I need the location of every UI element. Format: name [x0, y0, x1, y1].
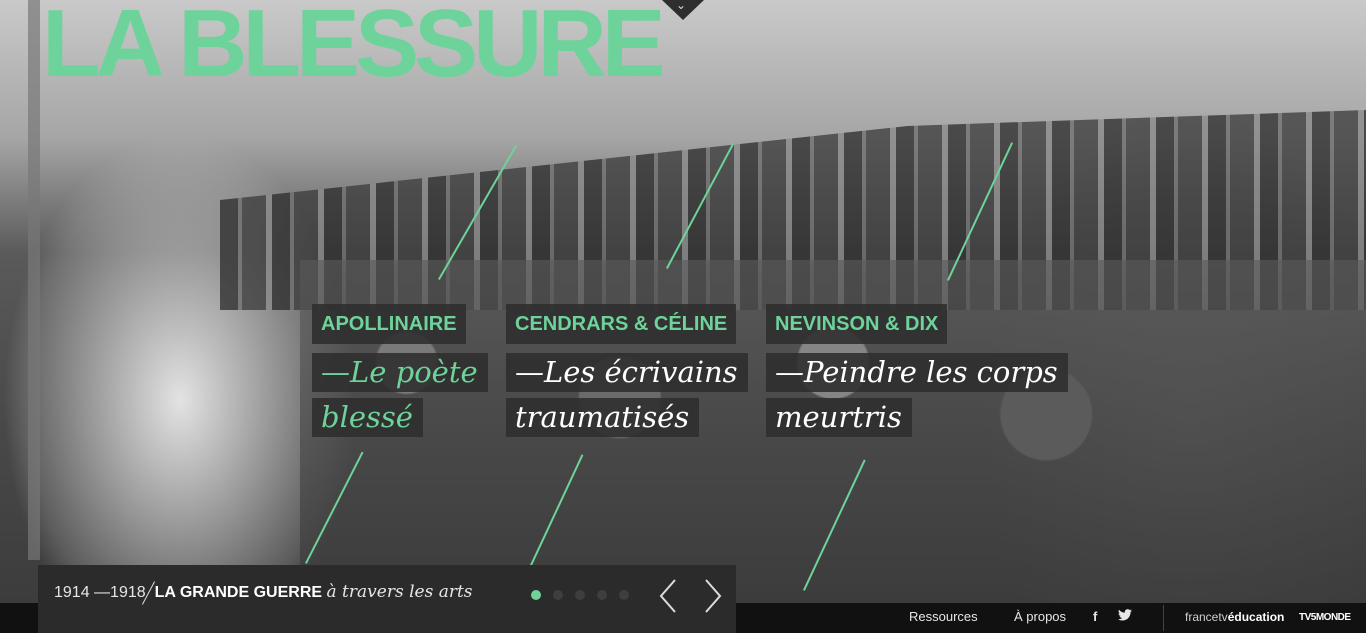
pagination-dots — [531, 585, 641, 604]
chevron-left-glyph — [659, 579, 676, 613]
footer-divider — [1163, 605, 1164, 631]
series-name: LA GRANDE GUERRE — [154, 584, 323, 602]
pagination-dot[interactable] — [553, 590, 563, 600]
facebook-icon[interactable]: f — [1093, 609, 1097, 624]
pole-image — [28, 0, 40, 560]
chevron-left-icon[interactable] — [657, 578, 679, 620]
series-title[interactable]: 1914 —1918 LA GRANDE GUERRE à travers les… — [54, 580, 473, 606]
series-tagline: à travers les arts — [326, 582, 473, 603]
story-subtitle: —Le poète blessé — [312, 350, 502, 440]
series-years: 1914 —1918 — [54, 584, 146, 602]
chevron-right-icon[interactable] — [702, 578, 724, 620]
chevron-down-icon: ⌄ — [676, 0, 687, 12]
story-name: CENDRARS & CÉLINE — [506, 304, 737, 344]
page-title: LA BLESSURE — [42, 0, 666, 97]
story-subtitle: —Peindre les corps meurtris — [766, 350, 1068, 440]
pagination-dot[interactable] — [619, 590, 629, 600]
twitter-icon[interactable] — [1118, 609, 1132, 624]
story-card-apollinaire[interactable]: APOLLINAIRE —Le poète blessé — [312, 304, 502, 440]
story-name: APOLLINAIRE — [312, 304, 466, 344]
pagination-dot[interactable] — [597, 590, 607, 600]
story-card-cendrars-celine[interactable]: CENDRARS & CÉLINE —Les écrivains traumat… — [506, 304, 756, 440]
pagination-dot[interactable] — [531, 590, 541, 600]
story-subtitle: —Les écrivains traumatisés — [506, 350, 756, 440]
footer-link-a-propos[interactable]: À propos — [1014, 609, 1066, 624]
francetv-education-logo[interactable]: francetvéducation — [1185, 610, 1284, 624]
chevron-right-glyph — [705, 579, 722, 613]
twitter-bird-glyph — [1118, 609, 1132, 621]
pagination-dot[interactable] — [575, 590, 585, 600]
story-name: NEVINSON & DIX — [766, 304, 948, 344]
story-card-nevinson-dix[interactable]: NEVINSON & DIX —Peindre les corps meurtr… — [766, 304, 1068, 440]
tv5monde-logo[interactable]: TV5MONDE — [1299, 612, 1351, 623]
footer-link-ressources[interactable]: Ressources — [909, 609, 978, 624]
